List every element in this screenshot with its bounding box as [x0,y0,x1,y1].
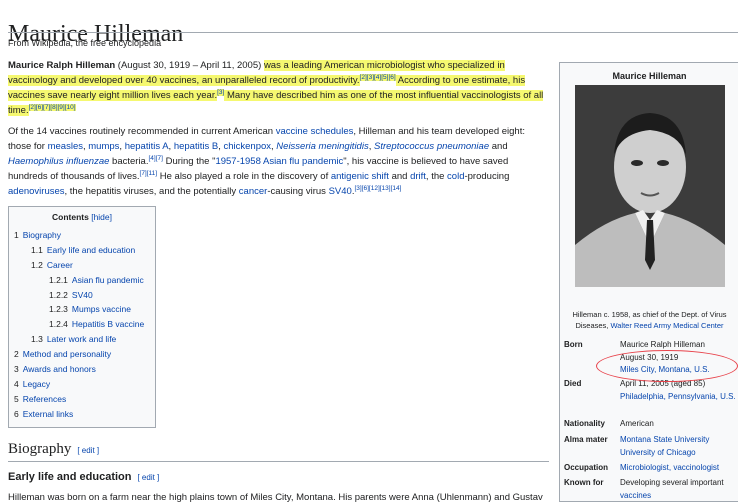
section-heading-biography: Biography[ edit ] [8,441,100,457]
link-montana-state[interactable]: Montana State University [620,434,738,447]
toc-item-label[interactable]: Later work and life [47,334,116,344]
link-cold[interactable]: cold [447,171,464,182]
link-streptococcus[interactable]: Streptococcus pneumoniae [374,141,489,152]
toc-item[interactable]: 5 References [9,392,155,407]
toc-item[interactable]: 6 External links [9,407,155,422]
toc-item[interactable]: 1.2.3 Mumps vaccine [9,302,155,317]
toc-item-label[interactable]: Legacy [23,379,50,389]
reference-link[interactable]: [4][7] [148,155,162,162]
toc-item-label[interactable]: Awards and honors [23,364,96,374]
annotation-circle [596,350,738,382]
toc-item-label[interactable]: Mumps vaccine [72,304,131,314]
toc-hide-toggle[interactable]: [hide] [91,212,112,222]
toc-item-number: 1.2.1 [49,274,68,285]
toc-item-label[interactable]: External links [23,409,74,419]
toc-item-label[interactable]: Biography [23,230,61,240]
toc-item-number: 1.3 [31,334,43,345]
toc-item-number: 1.2.4 [49,319,68,330]
lead-paragraph: Maurice Ralph Hilleman (August 30, 1919 … [8,60,544,116]
toc-item-label[interactable]: SV40 [72,290,93,300]
infobox: Maurice Hilleman Hilleman c. 1958, as ch… [559,62,738,502]
toc-item[interactable]: 2 Method and personality [9,347,155,362]
link-drift[interactable]: drift [410,171,426,182]
toc-item[interactable]: 1.2 Career [9,258,155,273]
section-divider [8,461,549,462]
subject-name: Maurice Ralph Hilleman [8,60,116,71]
link-neisseria[interactable]: Neisseria meningitidis [276,141,368,152]
toc-item[interactable]: 1.2.4 Hepatitis B vaccine [9,317,155,332]
link-walter-reed[interactable]: Walter Reed Army Medical Center [610,321,723,330]
reference-link[interactable]: [7][11] [140,170,158,177]
edit-section-link[interactable]: [ edit ] [137,473,159,482]
link-hepatitis-b[interactable]: hepatitis B [174,141,218,152]
toc-item-label[interactable]: References [23,394,66,404]
toc-item-number: 6 [14,408,19,419]
link-vaccines[interactable]: vaccines [620,491,651,500]
infobox-title: Maurice Hilleman [612,71,687,81]
toc-item-label[interactable]: Early life and education [47,245,135,255]
link-adenoviruses[interactable]: adenoviruses [8,186,65,197]
toc-item[interactable]: 3 Awards and honors [9,362,155,377]
reference-link[interactable]: [2][3][4][5][6] [360,74,396,81]
link-asian-flu[interactable]: 1957-1958 Asian flu pandemic [215,156,343,167]
link-sv40[interactable]: SV40 [329,186,352,197]
edit-section-link[interactable]: [ edit ] [77,446,99,455]
early-life-paragraph: Hilleman was born on a farm near the hig… [8,492,543,503]
toc-item[interactable]: 1.3 Later work and life [9,332,155,347]
toc-title: Contents [51,212,89,222]
toc-item-number: 1.2 [31,259,43,270]
reference-link[interactable]: [2][6][7][8][9][10] [29,104,76,111]
toc-item-label[interactable]: Hepatitis B vaccine [72,319,144,329]
link-deathplace[interactable]: Philadelphia, Pennsylvania, U.S. [620,391,738,404]
title-divider [8,32,738,33]
link-hepatitis-a[interactable]: hepatitis A [125,141,169,152]
reference-link[interactable]: [3][6][12][13][14] [354,185,401,192]
toc-item[interactable]: 1 Biography [9,228,155,243]
photo-caption: Hilleman c. 1958, as chief of the Dept. … [572,310,727,330]
link-vaccine-schedules[interactable]: vaccine schedules [276,126,354,137]
toc-item-label[interactable]: Career [47,260,73,270]
link-chickenpox[interactable]: chickenpox [223,141,271,152]
section-heading-early-life: Early life and education[ edit ] [8,471,160,483]
link-university-chicago[interactable]: University of Chicago [620,447,738,460]
article-body: Maurice Ralph Hilleman (August 30, 1919 … [8,58,548,205]
link-mumps[interactable]: mumps [88,141,119,152]
toc-item-number: 4 [14,378,19,389]
link-antigenic-shift[interactable]: antigenic shift [331,171,389,182]
toc-list: 1 Biography 1.1 Early life and education 1.2… [9,228,155,422]
table-of-contents: Contents [hide] 1 Biography 1.1 Early life … [8,206,156,428]
toc-item-number: 2 [14,349,19,360]
vaccines-paragraph: Of the 14 vaccines routinely recommended… [8,126,525,197]
toc-item-number: 1.1 [31,244,43,255]
link-cancer[interactable]: cancer [239,186,268,197]
toc-item[interactable]: 1.2.2 SV40 [9,288,155,303]
tagline: From Wikipedia, the free encyclopedia [8,38,162,48]
link-haemophilus[interactable]: Haemophilus influenzae [8,156,109,167]
link-occupation[interactable]: Microbiologist, vaccinologist [620,462,738,475]
toc-item-label[interactable]: Asian flu pandemic [72,275,144,285]
toc-item-number: 1.2.2 [49,289,68,300]
toc-item[interactable]: 1.2.1 Asian flu pandemic [9,273,155,288]
link-measles[interactable]: measles [48,141,83,152]
portrait-photo[interactable] [575,85,725,287]
toc-item-number: 1.2.3 [49,304,68,315]
toc-item-number: 3 [14,364,19,375]
toc-item[interactable]: 1.1 Early life and education [9,243,155,258]
toc-item-number: 1 [14,230,19,240]
toc-item-number: 5 [14,393,19,404]
toc-item-label[interactable]: Method and personality [23,349,111,359]
toc-item[interactable]: 4 Legacy [9,377,155,392]
